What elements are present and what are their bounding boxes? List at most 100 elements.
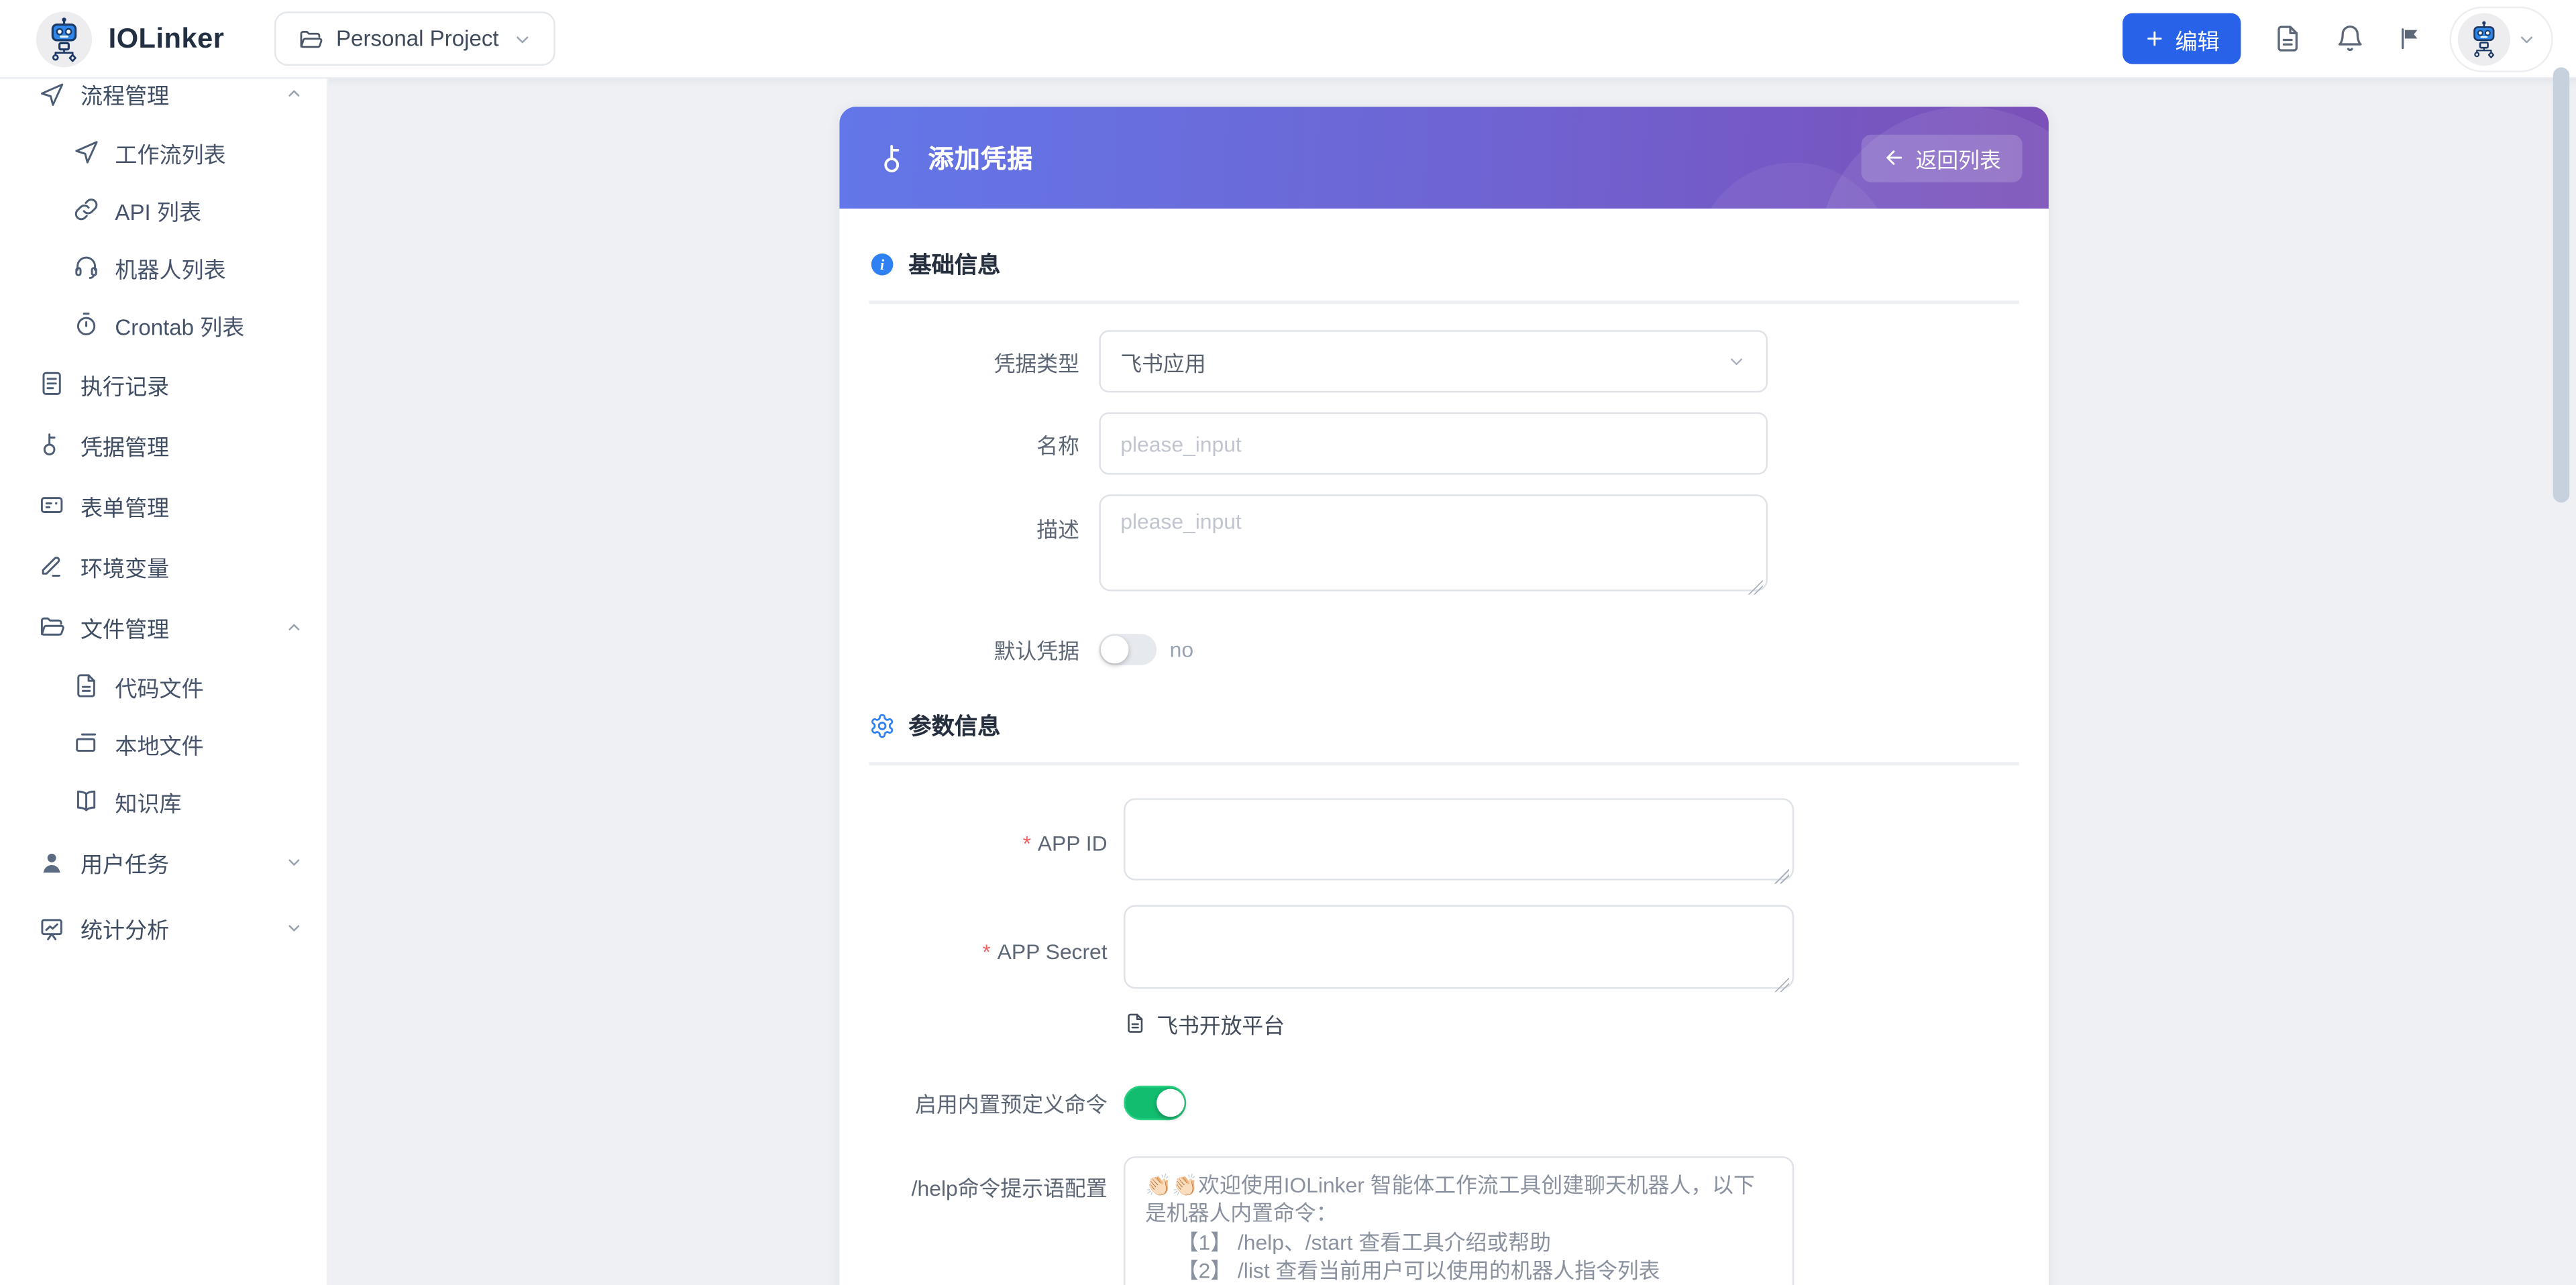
sidebar-group-files[interactable]: 文件管理 [0,596,327,657]
sidebar-item-robot-list[interactable]: 机器人列表 [0,238,327,296]
sidebar-item-api-list[interactable]: API 列表 [0,180,327,238]
file-icon [72,672,101,700]
form-icon [38,491,66,519]
sidebar-item-label: 用户任务 [80,846,169,879]
back-to-list-button[interactable]: 返回列表 [1862,134,2023,182]
app-id-textarea[interactable] [1124,798,1794,880]
key-icon [38,431,66,459]
sidebar-group-user-tasks[interactable]: 用户任务 [0,830,327,895]
sidebar-item-label: 统计分析 [80,911,169,944]
document-icon [1124,1012,1146,1035]
app-id-row: * APP ID [869,798,2019,889]
field-label: 凭据类型 [869,346,1079,378]
svg-text:i: i [880,256,885,273]
app-secret-textarea[interactable] [1124,905,1794,989]
chevron-up-icon [284,84,304,103]
link-icon [72,195,101,223]
sidebar: 流程管理 工作流列表 API 列表 [0,79,329,1285]
add-credential-card: 添加凭据 返回列表 i 基础信息 [839,107,2048,1285]
description-textarea[interactable] [1099,494,1768,591]
section-title: 参数信息 [908,710,1000,742]
chevron-down-icon [1727,351,1746,371]
sidebar-item-label: 执行记录 [80,367,169,400]
chevron-down-icon [512,29,531,48]
builtin-commands-toggle[interactable] [1124,1086,1186,1120]
credential-type-select[interactable]: 飞书应用 [1099,330,1768,392]
sidebar-item-label: 凭据管理 [80,428,169,461]
card-body: i 基础信息 凭据类型 飞书应用 [839,209,2048,1285]
section-params-header: 参数信息 [869,706,2019,746]
field-label: 默认凭据 [869,634,1079,665]
user-icon [38,848,66,877]
chart-board-icon [38,914,66,942]
divider [869,300,2019,304]
sidebar-item-label: API 列表 [115,193,201,226]
page-scrollbar-thumb[interactable] [2553,67,2569,502]
gear-icon [869,713,896,739]
docs-icon[interactable] [2272,23,2304,54]
default-credential-toggle[interactable] [1099,634,1157,665]
notifications-bell-icon[interactable] [2334,23,2366,54]
sidebar-item-label: 知识库 [115,784,181,817]
sidebar-item-run-records[interactable]: 执行记录 [0,353,327,414]
edit-button[interactable]: 编辑 [2123,13,2241,64]
user-menu[interactable] [2449,6,2553,72]
robot-logo-icon [44,15,84,62]
sidebar-nav: 流程管理 工作流列表 API 列表 [0,79,327,961]
app-root: IOLinker Personal Project 编辑 [0,0,2576,1285]
flag-icon[interactable] [2397,25,2425,53]
timer-icon [72,311,101,339]
archive-icon [72,729,101,757]
field-label: * APP Secret [869,939,1108,964]
sidebar-item-label: 环境变量 [80,549,169,582]
sidebar-group-process[interactable]: 流程管理 [0,79,327,123]
section-params: 参数信息 * APP ID [869,706,2019,1285]
sidebar-item-env-vars[interactable]: 环境变量 [0,535,327,596]
project-name: Personal Project [336,26,499,51]
arrow-left-icon [1882,146,1905,169]
sidebar-item-crontab-list[interactable]: Crontab 列表 [0,296,327,353]
field-label: 启用内置预定义命令 [869,1087,1108,1119]
sidebar-item-label: 机器人列表 [115,250,225,283]
send-icon [38,80,66,108]
sidebar-group-analytics[interactable]: 统计分析 [0,895,327,961]
name-input[interactable] [1099,412,1768,475]
sidebar-item-label: 本地文件 [115,727,203,760]
card-header: 添加凭据 返回列表 [839,107,2048,209]
sidebar-item-forms[interactable]: 表单管理 [0,475,327,536]
sidebar-item-label: 文件管理 [80,610,169,643]
chevron-down-icon [284,918,304,938]
project-selector[interactable]: Personal Project [274,11,555,66]
main-content: 添加凭据 返回列表 i 基础信息 [329,79,2576,1285]
basic-info-form: 凭据类型 飞书应用 名称 描述 [869,330,2019,665]
sidebar-item-label: 表单管理 [80,489,169,522]
builtin-commands-row: 启用内置预定义命令 [869,1086,2019,1120]
chevron-down-icon [2517,29,2536,48]
sidebar-item-label: 流程管理 [80,79,169,111]
required-asterisk: * [1023,831,1031,856]
folder-icon [297,25,323,52]
description-row: 描述 [869,494,2019,600]
top-bar: IOLinker Personal Project 编辑 [0,0,2576,79]
help-prompt-textarea[interactable]: 👏🏻👏🏻欢迎使用IOLinker 智能体工作流工具创建聊天机器人，以下是机器人内… [1124,1156,1794,1285]
sidebar-item-credentials[interactable]: 凭据管理 [0,414,327,475]
app-logo [36,11,92,66]
headset-icon [72,253,101,281]
sidebar-item-code-files[interactable]: 代码文件 [0,657,327,715]
section-title: 基础信息 [908,248,1000,281]
sidebar-item-label: Crontab 列表 [115,308,244,341]
avatar [2458,12,2510,64]
sidebar-item-knowledge-base[interactable]: 知识库 [0,772,327,830]
info-icon: i [869,252,896,278]
params-form: * APP ID * APP Secret [869,798,2019,1285]
sidebar-item-workflow-list[interactable]: 工作流列表 [0,123,327,181]
feishu-platform-link[interactable]: 飞书开放平台 [1124,1007,2019,1040]
key-icon [877,140,912,174]
divider [869,762,2019,765]
page-title: 添加凭据 [928,139,1034,176]
sidebar-item-local-files[interactable]: 本地文件 [0,714,327,772]
document-lines-icon [38,370,66,398]
app-title: IOLinker [109,22,225,55]
sidebar-item-label: 代码文件 [115,669,203,702]
chevron-up-icon [284,617,304,636]
